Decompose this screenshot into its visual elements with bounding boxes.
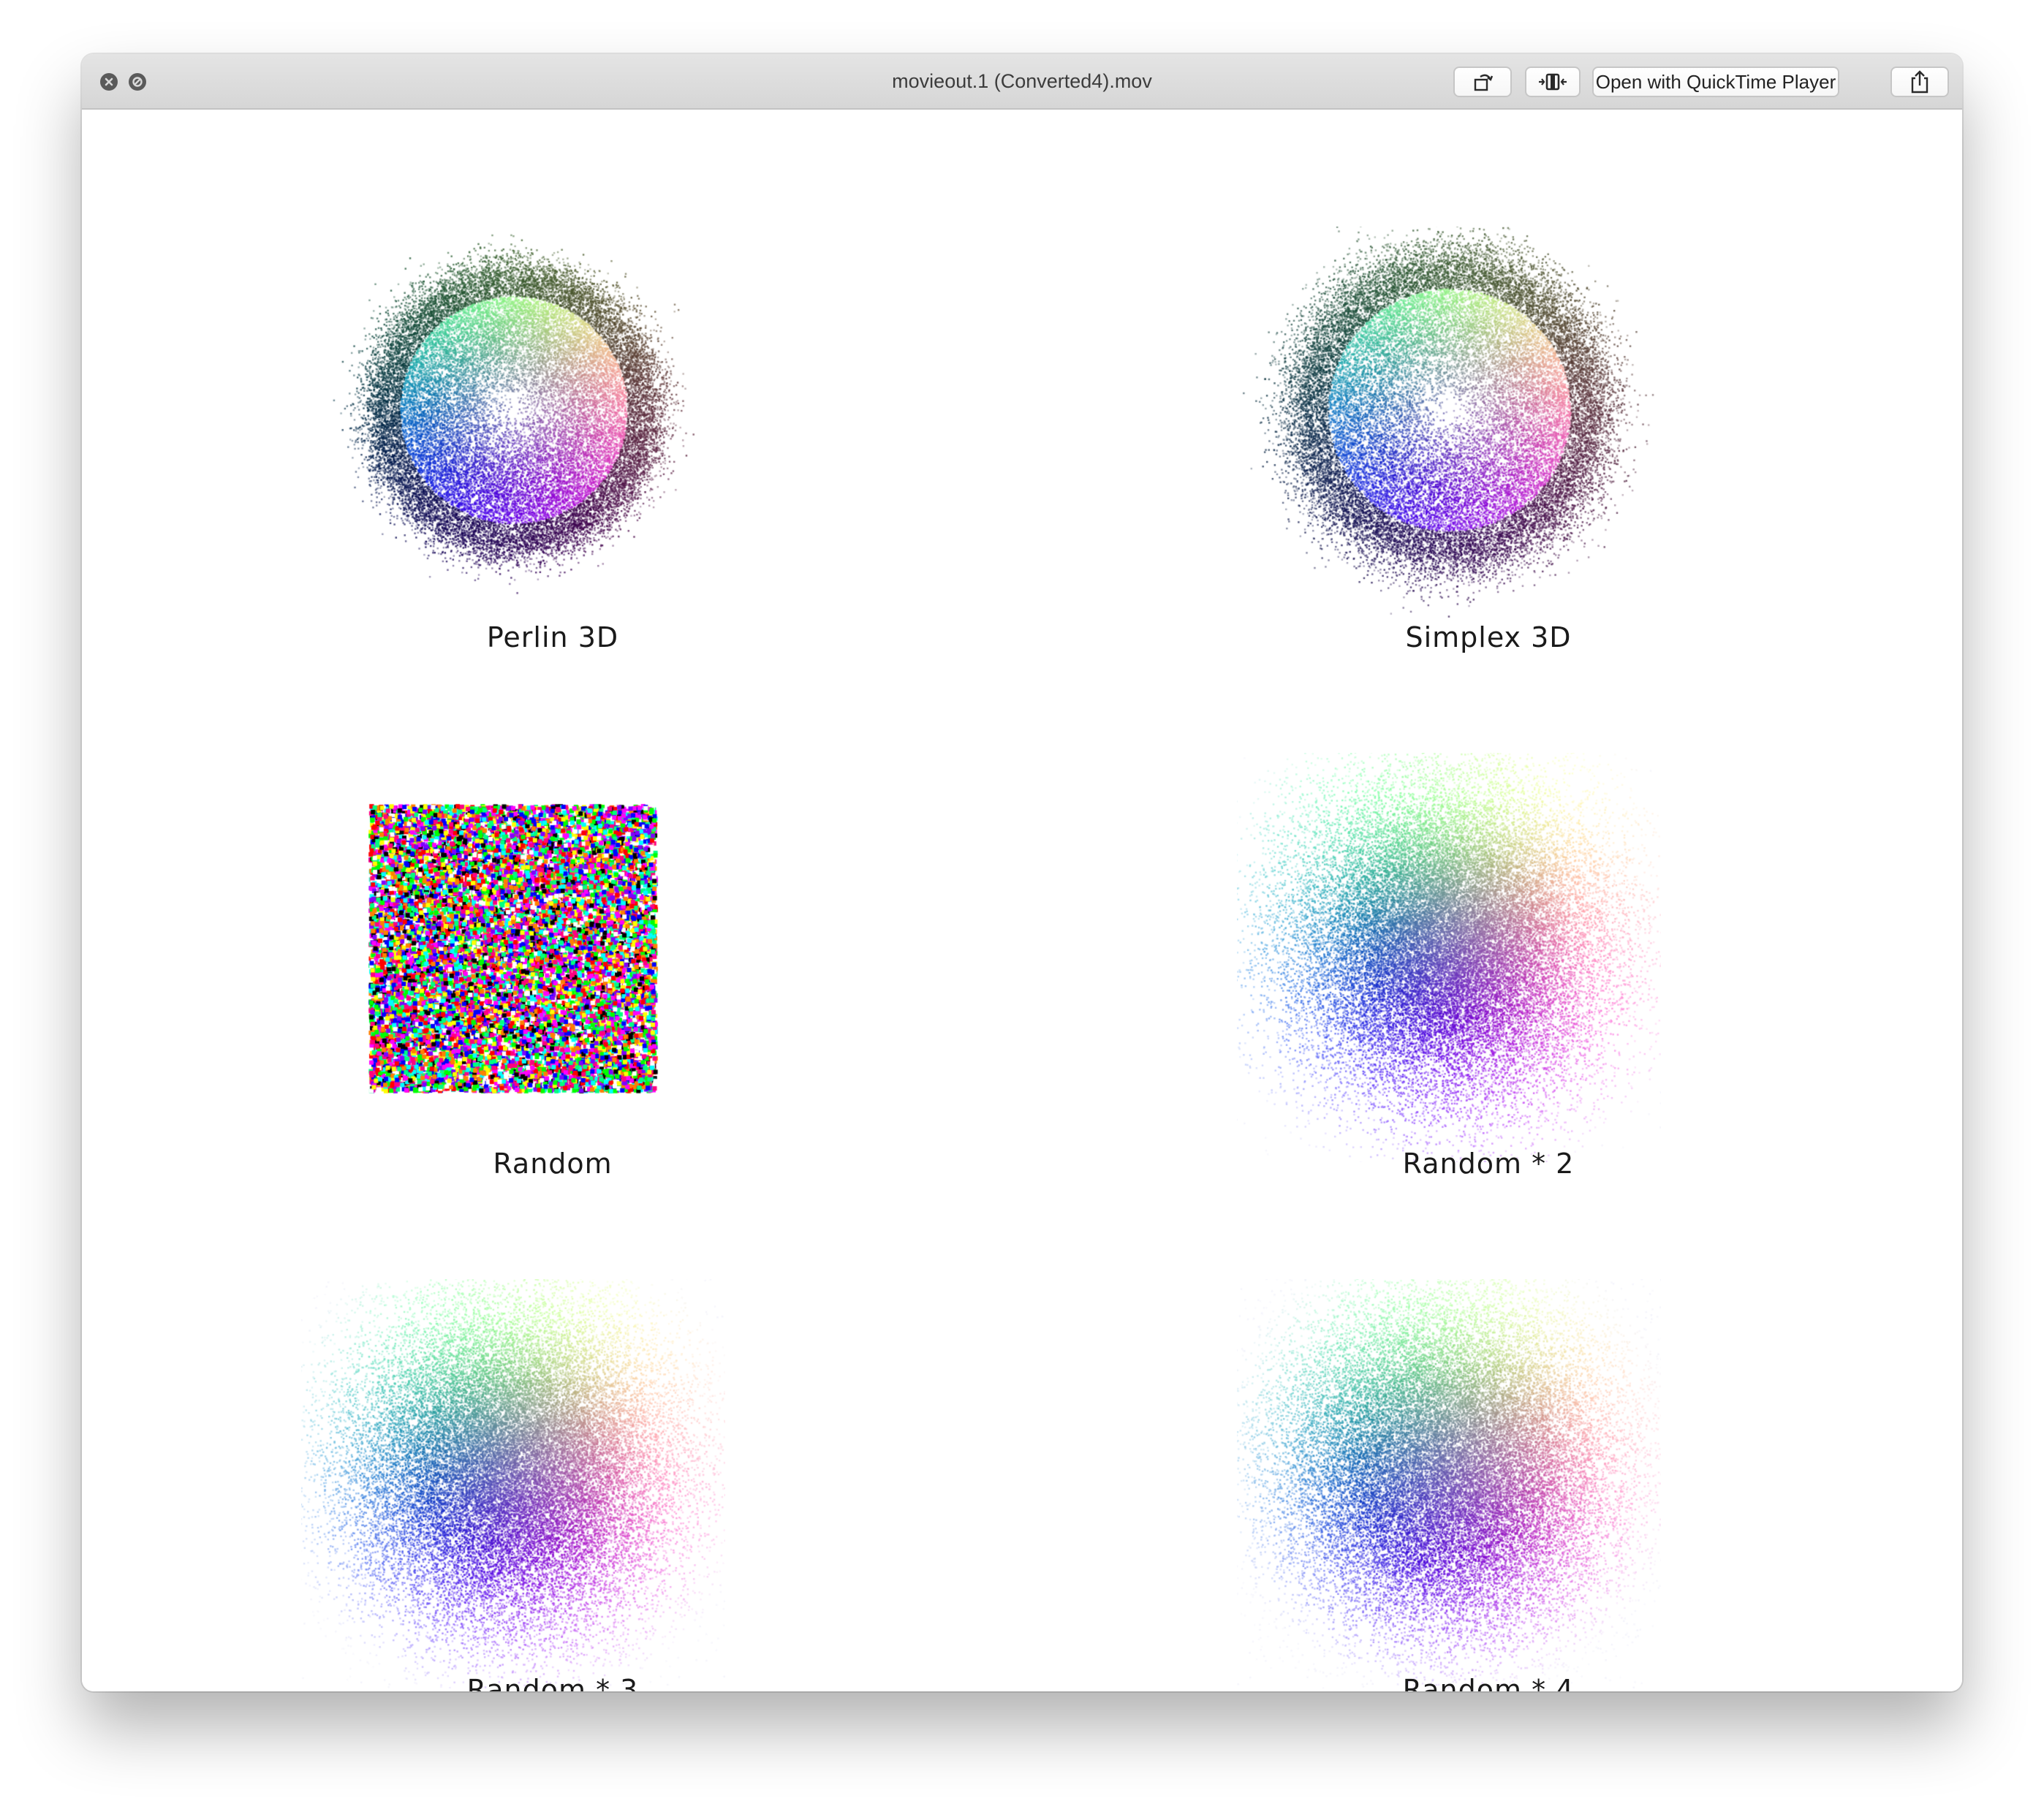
- label-perlin-3d: Perlin 3D: [486, 621, 619, 653]
- simplex-3d-particle-cloud: [1237, 227, 1661, 636]
- label-random: Random: [493, 1148, 613, 1180]
- video-frame[interactable]: Perlin 3D Simplex 3D Random Random * 2 R…: [82, 110, 1962, 1691]
- rotate-button[interactable]: [1453, 67, 1512, 97]
- random-3-particle-cloud: [301, 1279, 725, 1688]
- label-random-3: Random * 3: [466, 1674, 639, 1691]
- random-2-particle-cloud: [1237, 753, 1661, 1162]
- label-simplex-3d: Simplex 3D: [1405, 621, 1572, 653]
- quicklook-window: movieout.1 (Converted4).mov Open with Qu…: [82, 54, 1962, 1691]
- random-4-particle-cloud: [1237, 1279, 1661, 1688]
- open-with-quicktime-button[interactable]: Open with QuickTime Player: [1592, 67, 1839, 97]
- label-random-4: Random * 4: [1402, 1674, 1575, 1691]
- label-random-2: Random * 2: [1402, 1148, 1575, 1180]
- random-particle-square: [301, 753, 725, 1162]
- perlin-3d-particle-cloud: [301, 227, 725, 636]
- trim-icon: [1539, 73, 1567, 91]
- share-icon: [1911, 70, 1928, 94]
- title-bar[interactable]: movieout.1 (Converted4).mov Open with Qu…: [82, 54, 1962, 110]
- rotate-icon: [1474, 74, 1494, 91]
- share-button[interactable]: [1890, 67, 1949, 97]
- trim-button[interactable]: [1525, 67, 1581, 97]
